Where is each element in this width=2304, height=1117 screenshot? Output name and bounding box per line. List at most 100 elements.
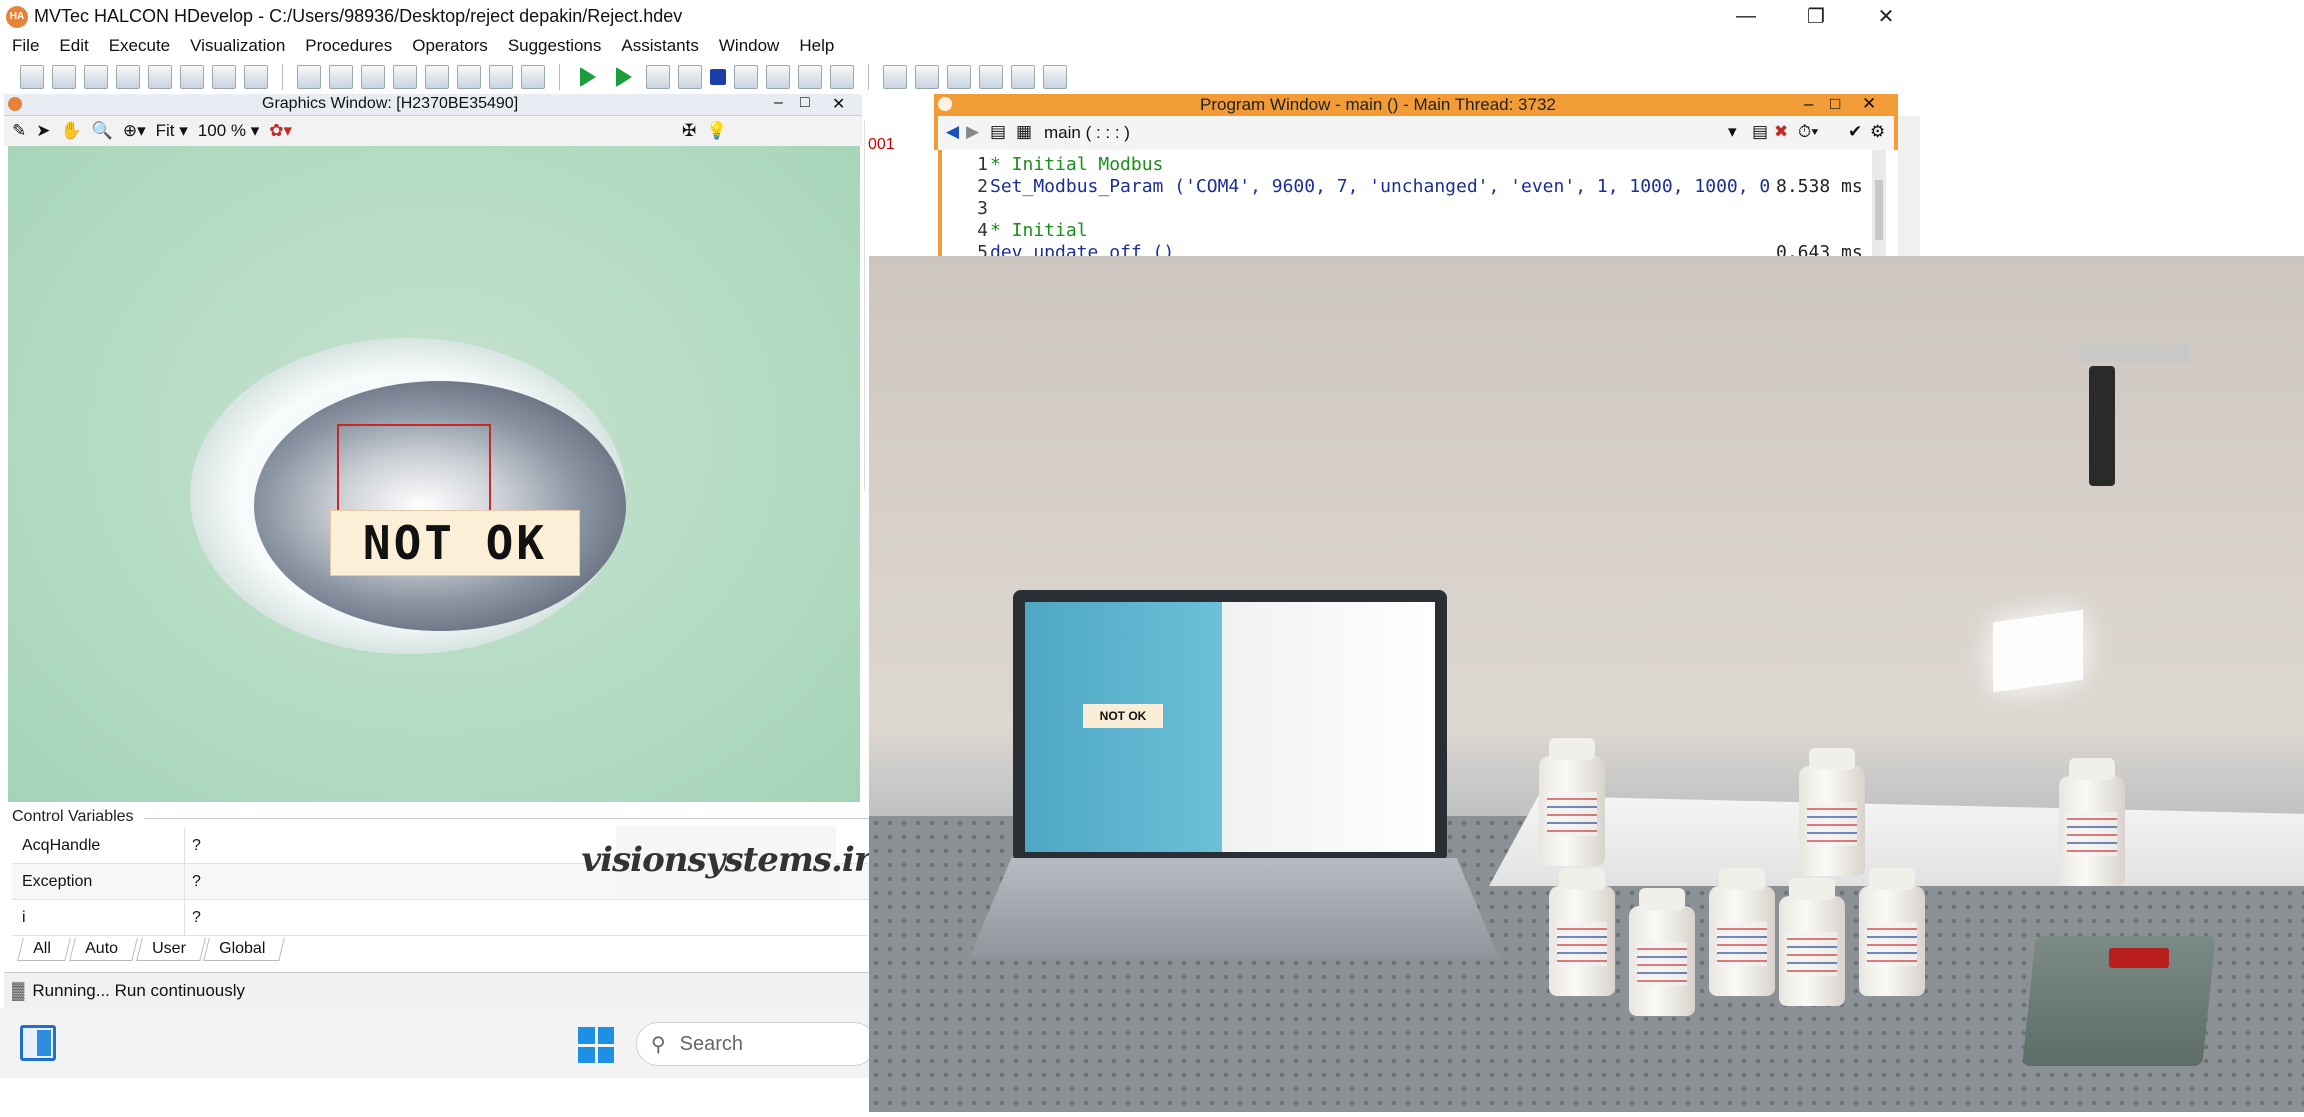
edit-icon[interactable]: ✎ <box>12 121 26 141</box>
import-icon[interactable] <box>180 65 204 89</box>
inspect-icon[interactable]: ✠ <box>682 121 696 141</box>
program-window-titlebar[interactable]: Program Window - main () - Main Thread: … <box>934 94 1898 116</box>
copy-icon[interactable] <box>329 65 353 89</box>
zoom-icon[interactable]: ⊕▾ <box>123 121 146 141</box>
menu-operators[interactable]: Operators <box>412 36 488 56</box>
bottle <box>1629 888 1695 1016</box>
main-toolbar <box>0 60 1924 94</box>
deactivate-icon[interactable] <box>489 65 513 89</box>
menu-assistants[interactable]: Assistants <box>621 36 698 56</box>
menu-edit[interactable]: Edit <box>59 36 88 56</box>
main-procedure-icon[interactable]: ▦ <box>1016 122 1032 142</box>
zoom-percent-select[interactable]: 100 % ▾ <box>198 121 259 141</box>
step-into-icon[interactable] <box>646 65 670 89</box>
forward-arrow-icon[interactable]: ▶ <box>966 122 979 142</box>
tools-icon[interactable]: ✔ <box>1848 122 1862 142</box>
magnifier-icon[interactable]: 🔍 <box>92 121 113 141</box>
feature-histogram-icon[interactable] <box>1011 65 1035 89</box>
close-icon[interactable]: ✕ <box>832 94 845 114</box>
activate-icon[interactable] <box>457 65 481 89</box>
reset-procedure-icon[interactable] <box>766 65 790 89</box>
properties-icon[interactable] <box>244 65 268 89</box>
save-icon[interactable] <box>116 65 140 89</box>
code-scrollbar[interactable] <box>1872 150 1886 256</box>
tab-auto[interactable]: Auto <box>68 938 138 961</box>
tab-global[interactable]: Global <box>203 938 286 961</box>
open-file-icon[interactable] <box>52 65 76 89</box>
menu-execute[interactable]: Execute <box>109 36 170 56</box>
lightbulb-icon[interactable]: 💡 <box>706 121 727 141</box>
tab-user[interactable]: User <box>135 938 206 961</box>
restore-icon[interactable]: ❐ <box>1782 0 1850 32</box>
line-profile-icon[interactable] <box>915 65 939 89</box>
zoom-window-icon[interactable] <box>883 65 907 89</box>
edit-procedure-icon[interactable]: ▤ <box>1752 122 1768 142</box>
side-scrollbar[interactable] <box>1898 116 1920 256</box>
close-icon[interactable]: ✕ <box>1852 0 1920 32</box>
procedure-select[interactable]: main ( : : : ) <box>1044 123 1130 143</box>
back-arrow-icon[interactable]: ◀ <box>946 122 959 142</box>
ocr-icon[interactable] <box>1043 65 1067 89</box>
cut-icon[interactable] <box>297 65 321 89</box>
code-editor[interactable]: 1 * Initial Modbus 2 Set_Modbus_Param ('… <box>938 150 1894 256</box>
menu-visualization[interactable]: Visualization <box>190 36 285 56</box>
tab-all[interactable]: All <box>17 938 71 961</box>
bottle <box>1539 738 1605 866</box>
redo-icon[interactable] <box>425 65 449 89</box>
variable-value: ? <box>192 873 201 890</box>
display-color-icon[interactable]: ✿▾ <box>269 121 292 141</box>
reset-program-icon[interactable] <box>734 65 758 89</box>
menu-help[interactable]: Help <box>799 36 834 56</box>
step-out-icon[interactable] <box>678 65 702 89</box>
find-icon[interactable] <box>521 65 545 89</box>
profiler-icon[interactable] <box>830 65 854 89</box>
close-icon[interactable]: ✕ <box>1862 94 1876 114</box>
line-number: 3 <box>977 198 988 219</box>
execution-time: 0.643 ms <box>1776 242 1863 256</box>
minimize-icon[interactable]: – <box>774 94 783 112</box>
code-line[interactable]: * Initial <box>990 220 1088 241</box>
maximize-icon[interactable]: □ <box>800 94 810 112</box>
column-divider <box>184 864 185 900</box>
pan-hand-icon[interactable]: ✋ <box>61 121 82 141</box>
print-icon[interactable] <box>148 65 172 89</box>
undo-icon[interactable] <box>393 65 417 89</box>
step-over-icon[interactable] <box>616 67 632 87</box>
paste-icon[interactable] <box>361 65 385 89</box>
minimize-icon[interactable]: – <box>1804 94 1813 114</box>
code-line[interactable]: dev_update_off () <box>990 242 1174 256</box>
new-file-icon[interactable] <box>20 65 44 89</box>
menu-suggestions[interactable]: Suggestions <box>508 36 602 56</box>
export-icon[interactable] <box>212 65 236 89</box>
variable-value: ? <box>192 909 201 926</box>
gray-histogram-icon[interactable] <box>979 65 1003 89</box>
program-window-toolbar: ◀ ▶ ▤ ▦ main ( : : : ) ▾ ▤ ✖ ⏱▾ ✔ ⚙ <box>934 116 1898 150</box>
zoom-mode-select[interactable]: Fit ▾ <box>156 121 188 141</box>
variable-row[interactable]: i ? <box>12 900 870 936</box>
taskbar-search[interactable]: ⚲ Search <box>636 1022 876 1066</box>
menu-window[interactable]: Window <box>719 36 779 56</box>
stop-icon[interactable] <box>710 69 726 85</box>
delete-procedure-icon[interactable]: ✖ <box>1774 122 1788 142</box>
graphics-window-titlebar[interactable]: Graphics Window: [H2370BE35490] – □ ✕ <box>4 94 862 116</box>
procedure-icon[interactable]: ▤ <box>990 122 1006 142</box>
status-bar: ▓ Running... Run continuously <box>4 972 870 1008</box>
settings-icon[interactable] <box>798 65 822 89</box>
menu-file[interactable]: File <box>12 36 39 56</box>
dropdown-arrow-icon[interactable]: ▾ <box>1728 122 1737 142</box>
minimize-icon[interactable]: — <box>1712 0 1780 32</box>
menu-procedures[interactable]: Procedures <box>305 36 392 56</box>
open-example-icon[interactable] <box>84 65 108 89</box>
graphics-canvas[interactable]: NOT OK <box>8 146 860 802</box>
code-line[interactable]: Set_Modbus_Param ('COM4', 9600, 7, 'unch… <box>990 176 1770 197</box>
code-line[interactable]: * Initial Modbus <box>990 154 1163 175</box>
run-icon[interactable] <box>580 67 596 87</box>
windows-start-icon[interactable] <box>578 1027 614 1063</box>
settings-icon[interactable]: ⚙ <box>1870 122 1885 142</box>
timer-icon[interactable]: ⏱▾ <box>1798 122 1818 142</box>
maximize-icon[interactable]: □ <box>1830 94 1840 114</box>
column-divider <box>184 828 185 864</box>
histogram-icon[interactable] <box>947 65 971 89</box>
pointer-icon[interactable]: ➤ <box>36 121 50 141</box>
widgets-icon[interactable] <box>20 1025 56 1061</box>
